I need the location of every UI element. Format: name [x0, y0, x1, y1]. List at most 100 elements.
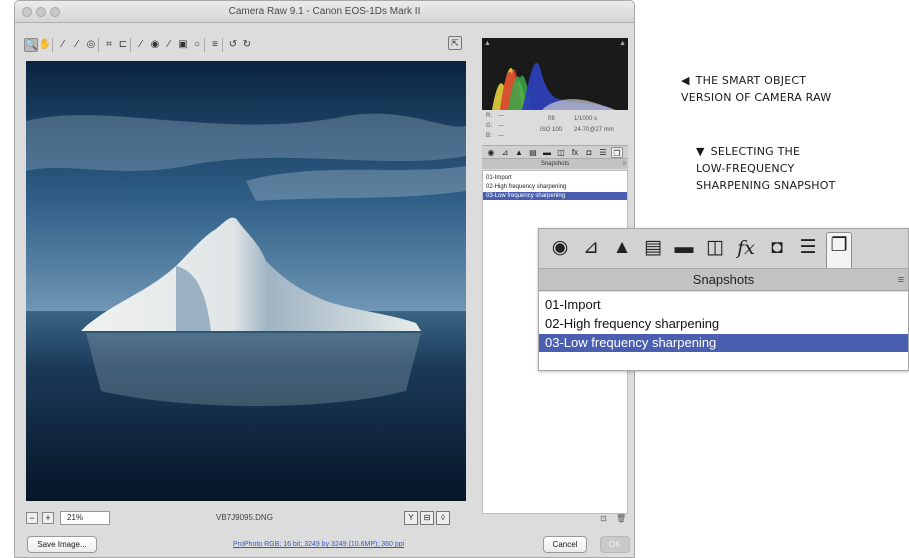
zoom-out-button[interactable]: −: [26, 512, 38, 524]
r-label: R:: [486, 113, 492, 119]
zoomed-tone-curve-tab-icon[interactable]: ⊿: [578, 235, 604, 261]
b-value: ---: [498, 133, 504, 139]
annotation-smart-object: ◀ THE SMART OBJECT VERSION OF CAMERA RAW: [681, 72, 831, 106]
preferences-icon[interactable]: ≡: [208, 38, 222, 52]
view-toggle-button[interactable]: Y: [404, 511, 418, 525]
hand-tool-icon[interactable]: ✋: [38, 38, 52, 52]
ok-button[interactable]: OK: [600, 536, 630, 553]
targeted-adjustment-tool-icon[interactable]: ◎: [84, 38, 98, 52]
radial-filter-icon[interactable]: ○: [190, 38, 204, 52]
lens-value: 24-70@27 mm: [574, 127, 614, 133]
split-toning-tab-icon[interactable]: ▬: [541, 147, 553, 158]
red-eye-removal-tool-icon[interactable]: ◉: [148, 38, 162, 52]
annotation-line: SELECTING THE: [710, 145, 801, 158]
presets-tab-icon[interactable]: ☰: [597, 147, 609, 158]
zoomed-hsl-tab-icon[interactable]: ▤: [640, 235, 666, 261]
zoomed-basic-tab-icon[interactable]: ◉: [547, 235, 573, 261]
window-title: Camera Raw 9.1 - Canon EOS-1Ds Mark II: [228, 6, 421, 17]
title-bar: Camera Raw 9.1 - Canon EOS-1Ds Mark II: [15, 1, 634, 23]
snapshots-tab-icon[interactable]: ❐: [611, 147, 623, 158]
zoom-tool-icon[interactable]: 🔍: [24, 38, 38, 52]
zoomed-snapshot-item[interactable]: 02-High frequency sharpening: [539, 315, 908, 333]
zoomed-presets-tab-icon[interactable]: ☰: [795, 235, 821, 261]
bottom-bar: Save Image... ProPhoto RGB; 16 bit; 3249…: [15, 531, 634, 557]
hsl-tab-icon[interactable]: ▤: [527, 147, 539, 158]
before-after-button[interactable]: ⊟: [420, 511, 434, 525]
tone-curve-tab-icon[interactable]: ⊿: [499, 147, 511, 158]
toolbar-separator: [52, 38, 53, 52]
zoomed-snapshot-list: 01-Import 02-High frequency sharpening 03-…: [539, 292, 908, 370]
snapshots-panel-header: Snapshots ≡: [482, 159, 628, 169]
rgb-readout: R: --- G: --- B: --- f/8 1/1000 s ISO 10…: [482, 110, 628, 143]
left-arrow-icon: ◀: [681, 74, 690, 87]
tool-bar: 🔍 ✋ ⁄ ⁄ ◎ ⌗ ⊏ ⁄ ◉ ⁄ ▣ ○ ≡ ↺ ↻: [24, 36, 470, 56]
b-label: B:: [486, 133, 492, 139]
save-image-button[interactable]: Save Image...: [27, 536, 97, 553]
panel-title: Snapshots: [540, 161, 570, 167]
annotation-line: LOW-FREQUENCY: [696, 162, 795, 175]
shutter-value: 1/1000 s: [574, 116, 598, 122]
histogram-graph: [492, 62, 616, 110]
workflow-options-link[interactable]: ProPhoto RGB; 16 bit; 3249 by 3249 (10.6…: [233, 541, 404, 548]
zoomed-lens-corrections-tab-icon[interactable]: ◫: [702, 235, 728, 261]
snapshot-item[interactable]: 01-Import: [483, 174, 627, 182]
highlight-clipping-icon[interactable]: ▲: [619, 40, 626, 47]
annotation-line: SHARPENING SNAPSHOT: [696, 179, 836, 192]
iso-value: ISO 100: [540, 127, 563, 133]
snapshot-item[interactable]: 02-High frequency sharpening: [483, 183, 627, 191]
spot-removal-tool-icon[interactable]: ⁄: [134, 38, 148, 52]
panel-menu-icon[interactable]: ≡: [622, 159, 626, 169]
zoomed-snapshot-item[interactable]: 03-Low frequency sharpening: [539, 334, 908, 352]
zoom-level-select[interactable]: 21%: [60, 511, 110, 525]
zoomed-panel-header: Snapshots ≡: [539, 269, 908, 291]
zoom-bar: − + 21% VB7J9095.DNG Y ⊟ ◊: [26, 511, 466, 527]
image-preview[interactable]: [26, 61, 466, 501]
zoomed-snapshot-item[interactable]: 01-Import: [539, 296, 908, 314]
zoomed-detail-tab-icon[interactable]: ▲: [609, 235, 635, 261]
zoomed-effects-tab-icon[interactable]: fx: [733, 235, 759, 261]
camera-calibration-tab-icon[interactable]: ◘: [583, 147, 595, 158]
zoomed-panel-menu-icon[interactable]: ≡: [898, 269, 904, 291]
zoomed-panel-title: Snapshots: [692, 272, 755, 287]
straighten-tool-icon[interactable]: ⊏: [116, 38, 130, 52]
lens-corrections-tab-icon[interactable]: ◫: [555, 147, 567, 158]
color-sampler-tool-icon[interactable]: ⁄: [70, 38, 84, 52]
rotate-cw-icon[interactable]: ↻: [240, 38, 254, 52]
zoomed-snapshots-tab-icon[interactable]: ❐: [826, 232, 852, 268]
g-label: G:: [486, 123, 493, 129]
panel-footer: ⊡ 🗑: [482, 514, 628, 526]
crop-tool-icon[interactable]: ⌗: [102, 38, 116, 52]
zoomed-camera-calibration-tab-icon[interactable]: ◘: [764, 235, 790, 261]
adjustment-brush-icon[interactable]: ⁄: [162, 38, 176, 52]
zoomed-split-toning-tab-icon[interactable]: ▬: [671, 235, 697, 261]
zoom-in-button[interactable]: +: [42, 512, 54, 524]
snapshot-item[interactable]: 03-Low frequency sharpening: [483, 192, 627, 200]
r-value: ---: [498, 113, 504, 119]
histogram: ▲ ▲: [482, 38, 628, 110]
effects-tab-icon[interactable]: fx: [569, 147, 581, 158]
delete-snapshot-icon[interactable]: 🗑: [616, 514, 626, 523]
detail-tab-icon[interactable]: ▲: [513, 147, 525, 158]
toolbar-separator: [130, 38, 131, 52]
new-snapshot-icon[interactable]: ⊡: [600, 514, 607, 523]
swap-settings-button[interactable]: ◊: [436, 511, 450, 525]
toolbar-separator: [222, 38, 223, 52]
white-balance-tool-icon[interactable]: ⁄: [56, 38, 70, 52]
annotation-line: THE SMART OBJECT: [695, 74, 807, 87]
annotation-selecting-snapshot: ▼ SELECTING THE LOW-FREQUENCY SHARPENING …: [696, 143, 836, 194]
zoomed-snapshots-panel: ◉ ⊿ ▲ ▤ ▬ ◫ fx ◘ ☰ ❐ Snapshots ≡ 01-Import 02-High…: [538, 228, 909, 371]
fullscreen-icon[interactable]: ⇱: [448, 36, 462, 50]
graduated-filter-icon[interactable]: ▣: [176, 38, 190, 52]
panel-tabs: ◉ ⊿ ▲ ▤ ▬ ◫ fx ◘ ☰ ❐: [482, 145, 628, 159]
g-value: ---: [498, 123, 504, 129]
cancel-button[interactable]: Cancel: [543, 536, 587, 553]
file-name: VB7J9095.DNG: [216, 513, 273, 522]
rotate-ccw-icon[interactable]: ↺: [226, 38, 240, 52]
down-arrow-icon: ▼: [696, 145, 705, 158]
basic-tab-icon[interactable]: ◉: [485, 147, 497, 158]
shadow-clipping-icon[interactable]: ▲: [484, 40, 491, 47]
toolbar-separator: [204, 38, 205, 52]
iceberg-photo: [26, 61, 466, 501]
aperture-value: f/8: [548, 116, 555, 122]
annotation-line: VERSION OF CAMERA RAW: [681, 91, 832, 104]
